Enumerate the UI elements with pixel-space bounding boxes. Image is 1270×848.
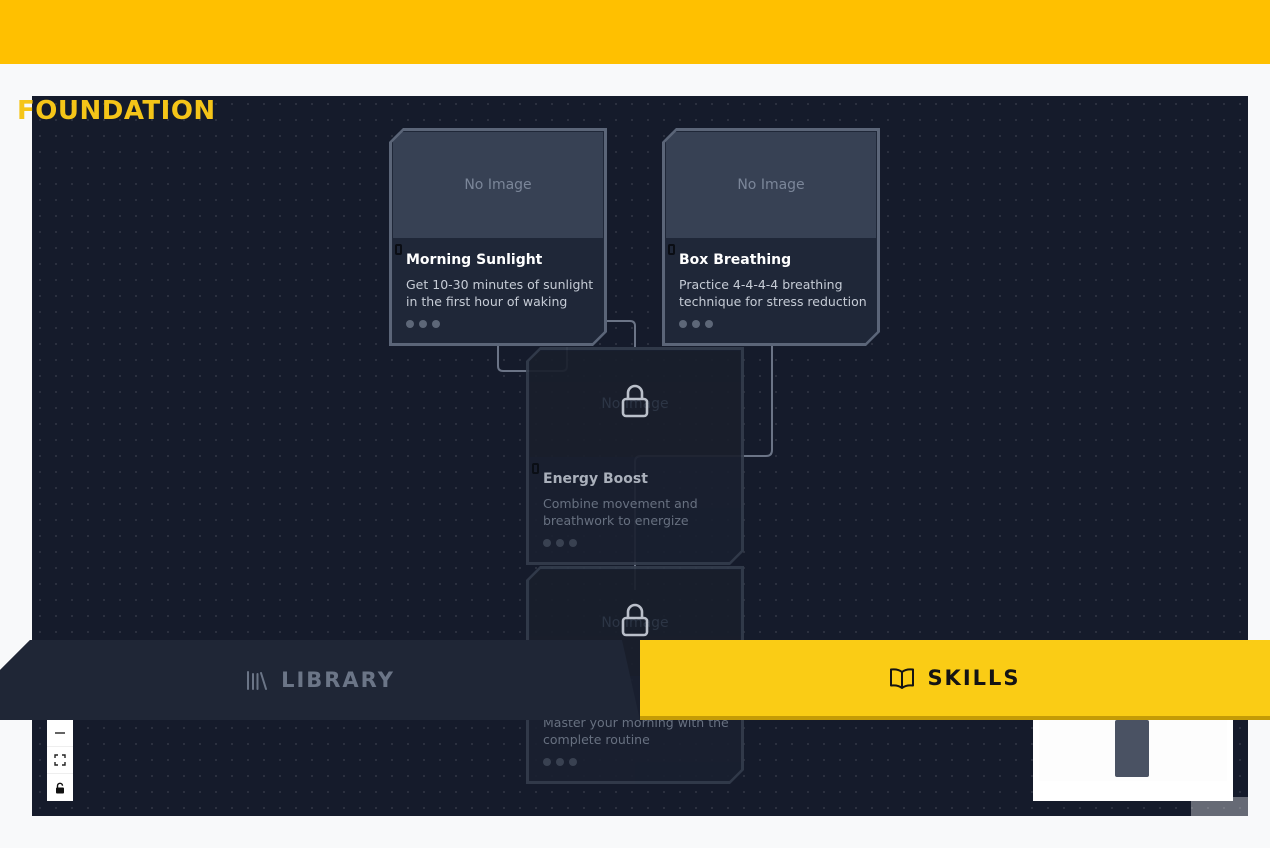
book-open-icon — [890, 668, 915, 689]
bottom-tab-bar: LIBRARY SKILLS — [0, 640, 1270, 720]
top-header-bar — [0, 0, 1270, 64]
progress-dots — [406, 320, 440, 328]
tab-library[interactable]: LIBRARY — [0, 640, 640, 720]
node-description: Practice 4-4-4-4 breathing technique for… — [679, 277, 867, 309]
minimap-node — [1115, 720, 1149, 777]
node-description: Get 10-30 minutes of sunlight in the fir… — [406, 277, 594, 309]
progress-dots — [679, 320, 713, 328]
zoom-out-button[interactable] — [47, 720, 73, 747]
canvas-controls — [47, 720, 73, 801]
node-title: Energy Boost — [543, 471, 648, 487]
skill-node-energy-boost[interactable]: No Image Energy Boost Combine movement a… — [526, 347, 744, 565]
corner-notch — [0, 640, 30, 670]
node-image-placeholder: No Image — [393, 132, 603, 238]
toggle-interactivity-button[interactable] — [47, 774, 73, 801]
minimap[interactable] — [1033, 720, 1233, 801]
lock-icon — [620, 602, 650, 638]
lock-icon — [620, 383, 650, 419]
fit-view-icon — [54, 754, 66, 766]
section-title: FOUNDATION — [17, 96, 216, 126]
skill-node-morning-sunlight[interactable]: No Image Morning Sunlight Get 10-30 minu… — [389, 128, 607, 346]
node-title: Morning Sunlight — [406, 252, 543, 268]
fit-view-button[interactable] — [47, 747, 73, 774]
connection-handle[interactable] — [668, 244, 675, 255]
connection-handle[interactable] — [532, 463, 539, 474]
connection-handle[interactable] — [395, 244, 402, 255]
progress-dots — [543, 539, 577, 547]
lock-icon — [56, 782, 64, 793]
progress-dots — [543, 758, 577, 766]
attribution-badge[interactable] — [1191, 797, 1248, 816]
tab-skills[interactable]: SKILLS — [640, 640, 1270, 720]
tab-skills-label: SKILLS — [927, 666, 1021, 690]
library-icon — [247, 671, 268, 690]
node-description: Combine movement and breathwork to energ… — [543, 496, 698, 528]
node-title: Box Breathing — [679, 252, 792, 268]
minus-icon — [55, 732, 65, 734]
skill-node-box-breathing[interactable]: No Image Box Breathing Practice 4-4-4-4 … — [662, 128, 880, 346]
node-image-placeholder: No Image — [666, 132, 876, 238]
tab-library-label: LIBRARY — [281, 668, 395, 692]
